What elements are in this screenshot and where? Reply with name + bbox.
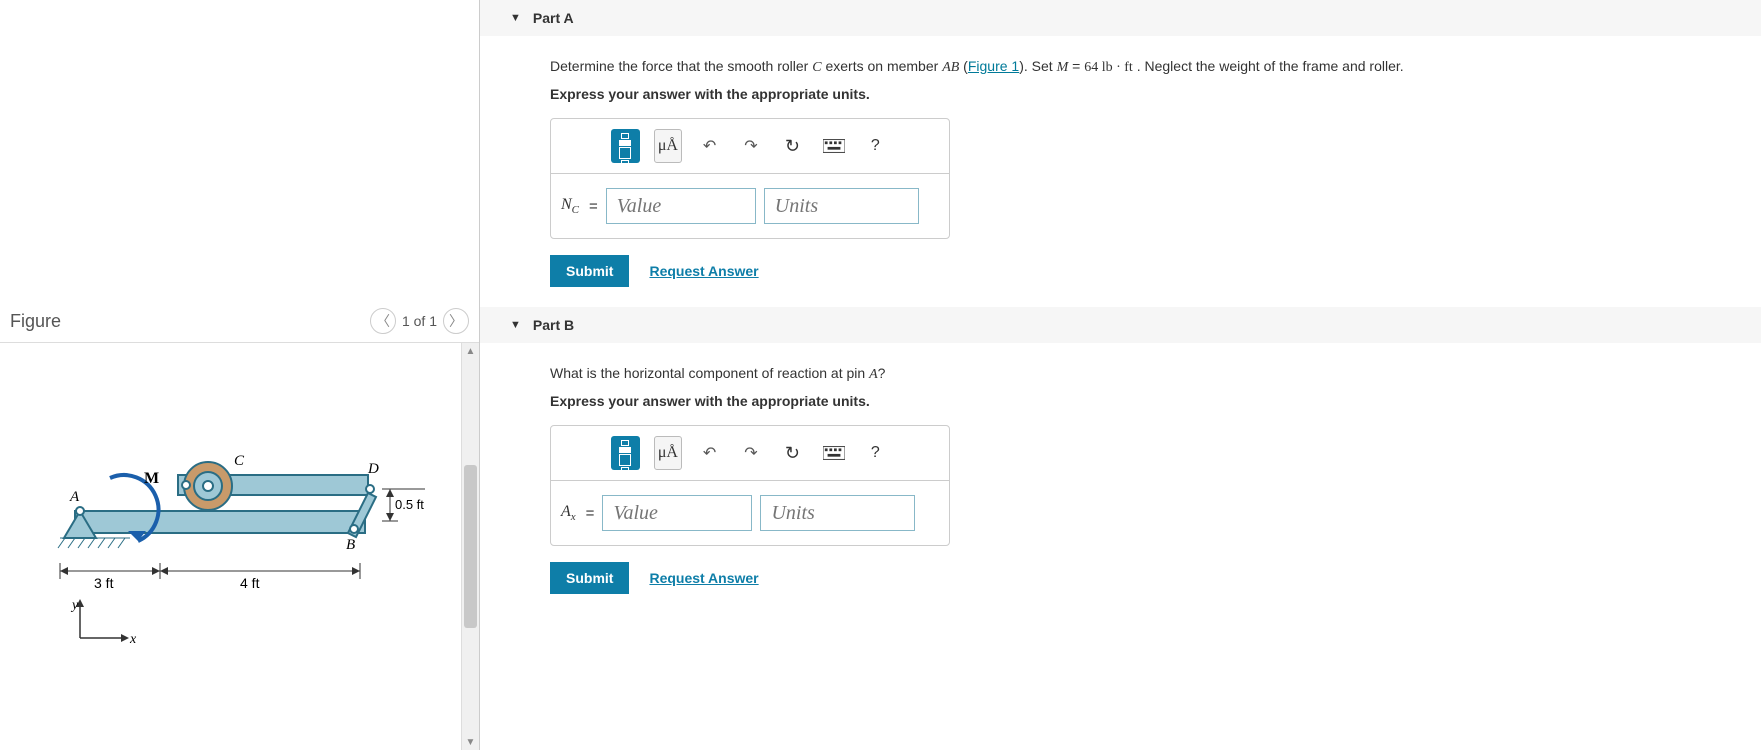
part-b-units-input[interactable] <box>760 495 915 531</box>
figure-pager: 〈 1 of 1 〉 <box>370 308 469 334</box>
part-b-instruction: Express your answer with the appropriate… <box>550 393 1731 409</box>
figure-title: Figure <box>10 311 61 332</box>
label-d: D <box>367 461 379 477</box>
reset-button[interactable]: ↻ <box>779 129 806 163</box>
dim-4ft: 4 ft <box>240 575 260 591</box>
part-a-header[interactable]: ▼ Part A <box>480 0 1761 36</box>
templates-button[interactable] <box>611 436 640 470</box>
part-b-answer-box: μÅ ↶ ↷ ↻ ? Ax = <box>550 425 950 546</box>
part-b-value-input[interactable] <box>602 495 752 531</box>
scroll-down-icon[interactable]: ▼ <box>462 734 479 750</box>
undo-button[interactable]: ↶ <box>696 436 723 470</box>
part-b-request-answer[interactable]: Request Answer <box>649 570 758 586</box>
keyboard-button[interactable] <box>820 436 847 470</box>
part-b-variable: Ax <box>561 503 576 523</box>
part-b-title: Part B <box>533 317 574 333</box>
label-c: C <box>234 453 245 469</box>
equals-sign: = <box>586 505 595 522</box>
axis-x: x <box>129 632 137 647</box>
axis-y: y <box>70 598 79 613</box>
undo-button[interactable]: ↶ <box>696 129 723 163</box>
part-a-answer-box: μÅ ↶ ↷ ↻ ? NC = <box>550 118 950 239</box>
figure-next-button[interactable]: 〉 <box>443 308 469 334</box>
part-a-value-input[interactable] <box>606 188 756 224</box>
special-chars-button[interactable]: μÅ <box>654 129 682 163</box>
part-a-variable: NC <box>561 196 579 216</box>
scroll-up-icon[interactable]: ▲ <box>462 343 479 359</box>
collapse-icon: ▼ <box>510 319 521 331</box>
figure-page-indicator: 1 of 1 <box>402 313 437 329</box>
part-a-question: Determine the force that the smooth roll… <box>550 56 1731 78</box>
part-a-instruction: Express your answer with the appropriate… <box>550 86 1731 102</box>
label-m: M <box>144 470 159 487</box>
figure-link[interactable]: Figure 1 <box>968 58 1019 74</box>
figure-scrollbar[interactable]: ▲ ▼ <box>461 343 479 750</box>
reset-button[interactable]: ↻ <box>779 436 806 470</box>
equals-sign: = <box>589 198 598 215</box>
part-a-request-answer[interactable]: Request Answer <box>649 263 758 279</box>
help-button[interactable]: ? <box>862 436 889 470</box>
keyboard-button[interactable] <box>820 129 847 163</box>
figure-prev-button[interactable]: 〈 <box>370 308 396 334</box>
dim-05ft: 0.5 ft <box>395 497 424 512</box>
label-b: B <box>346 537 355 553</box>
label-a: A <box>69 489 80 505</box>
templates-button[interactable] <box>611 129 640 163</box>
scroll-thumb[interactable] <box>464 465 477 628</box>
part-b-submit-button[interactable]: Submit <box>550 562 629 594</box>
collapse-icon: ▼ <box>510 12 521 24</box>
special-chars-button[interactable]: μÅ <box>654 436 682 470</box>
part-b-header[interactable]: ▼ Part B <box>480 307 1761 343</box>
part-a-title: Part A <box>533 10 574 26</box>
redo-button[interactable]: ↷ <box>737 436 764 470</box>
part-a-units-input[interactable] <box>764 188 919 224</box>
figure-canvas: A B C D M 3 ft 4 ft 0.5 ft x y ▲ ▼ <box>0 343 479 750</box>
help-button[interactable]: ? <box>862 129 889 163</box>
part-a-submit-button[interactable]: Submit <box>550 255 629 287</box>
redo-button[interactable]: ↷ <box>737 129 764 163</box>
part-b-question: What is the horizontal component of reac… <box>550 363 1731 385</box>
dim-3ft: 3 ft <box>94 575 114 591</box>
